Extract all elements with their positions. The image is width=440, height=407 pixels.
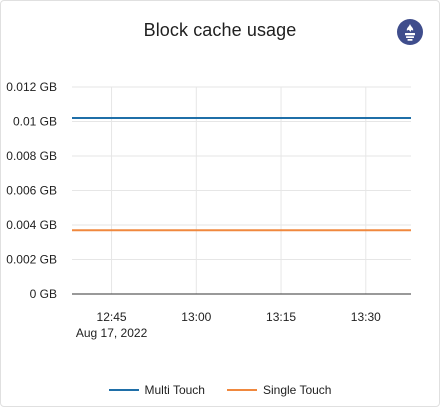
legend-label-single-touch: Single Touch [262, 383, 332, 397]
y-tick-label: 0.008 GB [6, 149, 57, 163]
y-tick-label: 0.002 GB [6, 253, 57, 267]
line-chart: 0 GB 0.002 GB 0.004 GB 0.006 GB 0.008 GB 0.01… [6, 80, 411, 340]
x-tick-label: 12:45 [97, 310, 127, 324]
x-tick-label: 13:30 [351, 310, 381, 324]
y-tick-label: 0.004 GB [6, 218, 57, 232]
y-tick-label: 0.006 GB [6, 184, 57, 198]
legend-label-multi-touch: Multi Touch [144, 383, 205, 397]
y-tick-label: 0.01 GB [13, 115, 57, 129]
chart-legend: Multi Touch Single Touch [0, 382, 440, 398]
legend-item-single-touch[interactable]: Single Touch [226, 383, 332, 397]
x-tick-label: 13:00 [181, 310, 211, 324]
y-tick-label: 0 GB [30, 287, 57, 301]
y-tick-label: 0.012 GB [6, 80, 57, 94]
legend-swatch-single-touch [226, 389, 257, 391]
legend-swatch-multi-touch [108, 389, 139, 391]
legend-item-multi-touch[interactable]: Multi Touch [108, 383, 205, 397]
x-tick-label: 13:15 [266, 310, 296, 324]
x-date-label: Aug 17, 2022 [76, 326, 148, 340]
